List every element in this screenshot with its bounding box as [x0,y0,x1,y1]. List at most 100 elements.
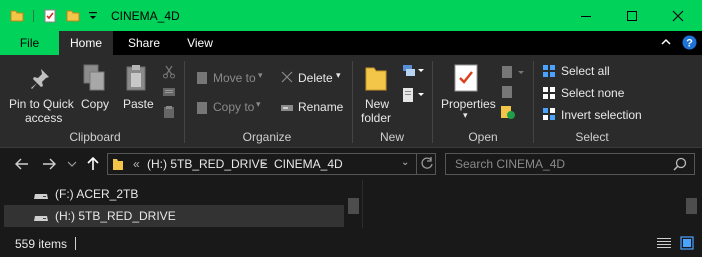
group-divider [352,61,353,143]
forward-arrow-icon [43,158,56,170]
history-icon[interactable] [500,104,516,123]
back-button[interactable] [14,155,30,173]
collapse-ribbon-icon[interactable] [660,36,672,51]
pin-label-line2: access [25,111,63,125]
svg-text:?: ? [686,38,693,50]
folder-icon [112,157,124,174]
item-count: 559 items [15,237,68,251]
select-all-label: Select all [561,64,610,78]
new-folder-label-line2: folder [361,111,392,125]
folder-icon [10,8,24,24]
organize-group-label: Organize [242,130,292,144]
delete-dropdown-icon: ▾ [336,70,341,80]
nav-item-h-drive[interactable]: (H:) 5TB_RED_DRIVE [4,205,344,227]
large-icons-view-icon[interactable] [680,236,694,253]
properties-icon [453,63,479,96]
copy-icon [82,64,106,95]
delete-icon [281,71,293,86]
breadcrumb-separator[interactable]: > [260,157,267,171]
rename-label: Rename [298,100,344,114]
open-group-label: Open [468,130,498,144]
properties-dropdown-icon: ▾ [463,110,468,120]
forward-button[interactable] [41,155,57,173]
nav-item-label: (H:) 5TB_RED_DRIVE [55,209,176,223]
close-button[interactable] [655,0,701,31]
new-folder-icon [364,64,388,95]
pane-divider[interactable] [362,180,363,228]
select-none-icon [542,86,556,103]
move-to-dropdown-icon: ▾ [258,70,263,80]
breadcrumb-drive[interactable]: (H:) 5TB_RED_DRIVE [147,157,268,171]
search-placeholder: Search CINEMA_4D [455,157,566,171]
up-arrow-icon [87,157,99,170]
new-group-label: New [380,130,405,144]
nav-item-f-drive[interactable]: (F:) ACER_2TB [4,183,344,205]
group-divider [432,61,433,143]
details-view-icon[interactable] [657,237,671,252]
paste-icon [125,64,149,95]
nav-pane-scrollbar[interactable] [345,180,362,228]
refresh-icon [421,157,433,169]
status-bar: 559 items [0,231,702,257]
search-box[interactable]: Search CINEMA_4D [445,153,695,175]
address-bar[interactable]: « (H:) 5TB_RED_DRIVE > CINEMA_4D ⌄ [107,153,436,175]
properties-icon[interactable] [43,8,57,24]
address-history-dropdown-icon[interactable]: ⌄ [401,157,409,168]
maximize-icon [627,10,637,21]
minimize-button[interactable] [563,0,609,31]
select-none-label: Select none [561,86,625,100]
paste-label: Paste [123,97,154,111]
search-icon[interactable] [673,157,687,174]
customize-dropdown-icon[interactable] [88,8,98,24]
back-arrow-icon [15,158,28,170]
group-divider [533,61,534,143]
address-overflow-chevron[interactable]: « [133,157,140,171]
copy-to-dropdown-icon: ▾ [256,99,261,109]
close-icon [672,10,684,21]
properties-label: Properties [441,97,496,111]
status-divider [75,237,76,250]
breadcrumb-folder[interactable]: CINEMA_4D [274,157,343,171]
move-to-icon [196,71,208,88]
help-icon[interactable]: ? [682,35,697,53]
tab-share[interactable]: Share [117,31,171,55]
minimize-icon [581,15,591,17]
paste-shortcut-icon[interactable] [162,105,176,122]
drive-icon [33,189,49,203]
new-folder-icon[interactable] [66,8,80,24]
maximize-button[interactable] [609,0,655,31]
easy-access-icon[interactable] [402,87,424,106]
ribbon: Pin to Quick access Copy Paste Clipboard [0,55,702,148]
file-scroll-thumb[interactable] [686,198,697,214]
move-to-label: Move to [213,71,256,85]
chevron-down-icon [67,161,77,167]
select-group-label: Select [575,130,609,144]
file-list-scrollbar[interactable] [683,180,700,228]
up-button[interactable] [85,155,101,173]
ribbon-tab-bar: File Home Share View ? [0,31,702,55]
open-icon[interactable] [501,65,525,82]
new-item-icon[interactable] [402,64,424,81]
new-folder-label-line1: New [365,97,390,111]
navigation-pane[interactable]: (F:) ACER_2TB (H:) 5TB_RED_DRIVE [0,180,362,228]
group-divider [184,61,185,143]
select-all-icon [542,64,556,81]
rename-icon [280,102,294,116]
edit-icon[interactable] [501,85,513,102]
address-row: « (H:) 5TB_RED_DRIVE > CINEMA_4D ⌄ Searc… [0,148,702,180]
recent-locations-button[interactable] [64,155,80,173]
cut-icon[interactable] [162,65,176,82]
quick-access-separator [33,10,34,22]
nav-item-label: (F:) ACER_2TB [55,187,139,201]
file-list-pane[interactable] [362,180,702,228]
invert-selection-label: Invert selection [561,108,642,122]
pin-label-line1: Pin to Quick [9,97,74,111]
tab-view[interactable]: View [174,31,226,55]
window-title: CINEMA_4D [111,9,180,23]
tab-home[interactable]: Home [59,31,113,55]
copy-to-icon [196,101,208,118]
refresh-button[interactable] [416,153,436,175]
tab-file[interactable]: File [0,31,59,55]
copy-path-icon[interactable] [162,86,176,101]
nav-scroll-thumb[interactable] [348,198,359,214]
